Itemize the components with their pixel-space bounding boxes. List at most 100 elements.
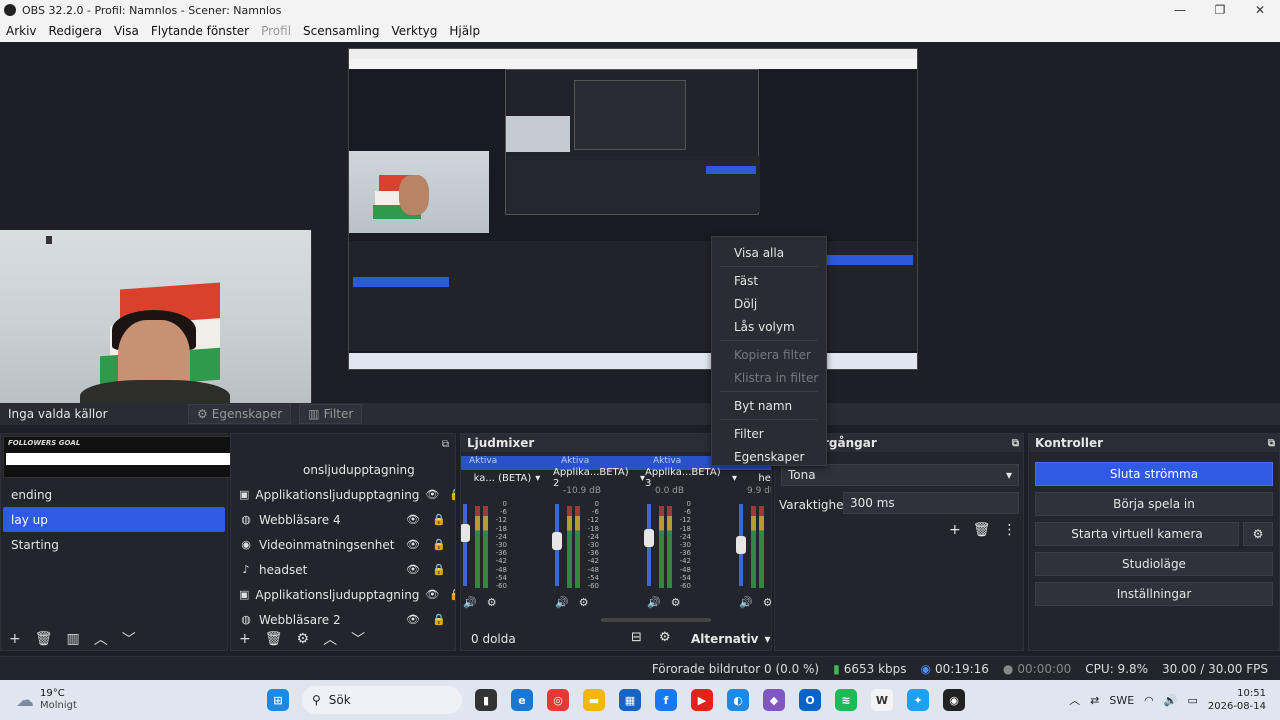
studio-mode-button[interactable]: Studioläge [1035,552,1273,576]
source-up-icon[interactable]: ︿ [323,629,337,649]
fader-knob[interactable] [644,528,654,547]
menu-item-dolj[interactable]: Dölj [712,292,826,315]
options-button[interactable]: Alternativ ▾ [691,632,771,646]
source-item[interactable]: ▣ Applikationsljudupptagning 👁 🔒 [231,582,455,607]
visibility-eye-icon[interactable]: 👁 [405,613,421,626]
menu-item-filter[interactable]: Filter [712,422,826,445]
twitter-icon[interactable]: ✦ [907,689,929,711]
settings-button[interactable]: Inställningar [1035,582,1273,606]
source-item[interactable]: ▣ Applikationsljudupptagning 👁 🔒 [231,482,455,507]
taskbar-search[interactable]: ⚲ Sök [302,686,462,714]
strip-name[interactable]: Applika...BETA) 2 ▾ [553,467,645,489]
fader-knob[interactable] [552,532,562,550]
visibility-eye-icon[interactable]: 👁 [405,538,421,551]
minimize-button[interactable]: — [1160,3,1200,17]
menu-item-byt-namn[interactable]: Byt namn [712,394,826,417]
visibility-eye-icon[interactable]: 👁 [425,588,439,601]
teams-icon[interactable]: ◐ [727,689,749,711]
menu-redigera[interactable]: Redigera [43,24,108,38]
lock-icon[interactable]: 🔒 [431,513,447,526]
facebook-icon[interactable]: f [655,689,677,711]
source-settings-icon[interactable]: ⚙ [297,631,310,647]
chevron-up-icon[interactable]: ︿ [1069,692,1080,708]
add-source-icon[interactable]: + [239,631,251,647]
close-button[interactable]: ✕ [1240,3,1280,17]
clock[interactable]: 10:51 2026-08-14 [1208,687,1266,713]
scene-item-ending[interactable]: ending [3,482,225,507]
more-vertical-icon[interactable]: ⋮ [1003,522,1017,538]
chrome-icon[interactable]: ◎ [547,689,569,711]
language-icon[interactable]: ⇄ [1090,694,1099,707]
menu-visa[interactable]: Visa [108,24,145,38]
menu-item-las-volym[interactable]: Lås volym [712,315,826,338]
dock-float-icon[interactable]: ⧉ [1268,438,1275,449]
volume-fader[interactable] [463,504,467,586]
properties-button[interactable]: ⚙ Egenskaper [188,404,292,424]
edge-icon[interactable]: e [511,689,533,711]
file-explorer-icon[interactable]: ▬ [583,689,605,711]
scene-item-lay-up[interactable]: lay up [3,507,225,532]
menu-item-klistra-in-filter[interactable]: Klistra in filter [712,366,826,389]
source-item[interactable]: ◉ Videoinmatningsenhet 👁 🔒 [231,532,455,557]
remove-scene-icon[interactable]: 🗑 [35,631,53,647]
chevron-down-icon[interactable]: ▾ [535,473,540,484]
wifi-icon[interactable]: ◠ [1144,694,1154,707]
strip-name[interactable]: ka... (BETA) ▾ [461,470,553,486]
mixer-scrollbar[interactable] [601,618,711,622]
stop-streaming-button[interactable]: Sluta strömma [1035,462,1273,486]
menu-flytande-fonster[interactable]: Flytande fönster [145,24,255,38]
strip-name[interactable]: Applika...BETA) 3 ▾ [645,467,737,489]
start-virtual-camera-button[interactable]: Starta virtuell kamera [1035,522,1239,546]
volume-icon[interactable]: 🔊 [1164,694,1178,707]
scene-item-starting[interactable]: Starting [3,532,225,557]
webcam-feed[interactable] [0,230,312,404]
menu-arkiv[interactable]: Arkiv [0,24,43,38]
add-transition-icon[interactable]: + [949,522,961,538]
menu-item-visa-alla[interactable]: Visa alla [712,241,826,264]
source-item[interactable]: ♪ headset 👁 🔒 [231,557,455,582]
outlook-icon[interactable]: O [799,689,821,711]
maximize-button[interactable]: ❐ [1200,3,1240,17]
menu-profil[interactable]: Profil [255,24,297,38]
lock-icon[interactable]: 🔒 [449,488,455,501]
filter-button[interactable]: ▥ Filter [299,404,363,424]
mixer-layout-icon[interactable]: ⊟ [631,630,642,645]
youtube-icon[interactable]: ▶ [691,689,713,711]
add-scene-icon[interactable]: + [9,631,21,647]
dock-float-icon[interactable]: ⧉ [442,439,449,450]
source-item[interactable]: ◍ Webbläsare 4 👁 🔒 [231,507,455,532]
scene-filter-icon[interactable]: ▥ [67,631,80,647]
mute-speaker-icon[interactable]: 🔊 [555,596,569,609]
remove-source-icon[interactable]: 🗑 [265,631,283,647]
duration-field[interactable]: 300 ms [843,492,1019,514]
copilot-icon[interactable]: ◆ [763,689,785,711]
lock-icon[interactable]: 🔒 [431,538,447,551]
strip-name[interactable]: headset▾ [737,470,771,486]
fader-knob[interactable] [736,535,746,554]
start-recording-button[interactable]: Börja spela in [1035,492,1273,516]
obs-taskbar-icon[interactable]: ◉ [943,689,965,711]
keyboard-language[interactable]: SWE [1109,694,1134,707]
source-down-icon[interactable]: ﹀ [351,629,365,649]
lock-icon[interactable]: 🔒 [431,563,447,576]
move-down-icon[interactable]: ﹀ [122,629,136,649]
visibility-eye-icon[interactable]: 👁 [405,513,421,526]
fader-knob[interactable] [461,523,470,542]
spotify-icon[interactable]: ≋ [835,689,857,711]
word-icon[interactable]: W [871,689,893,711]
visibility-eye-icon[interactable]: 👁 [405,563,421,576]
menu-scensamling[interactable]: Scensamling [297,24,385,38]
mute-speaker-icon[interactable]: 🔊 [739,596,753,609]
mute-speaker-icon[interactable]: 🔊 [647,596,661,609]
mute-speaker-icon[interactable]: 🔊 [463,596,477,609]
menu-hjalp[interactable]: Hjälp [443,24,486,38]
audio-properties-icon[interactable]: ⚙ [763,596,771,609]
lock-icon[interactable]: 🔒 [431,613,447,626]
task-view-icon[interactable]: ▮ [475,689,497,711]
audio-properties-icon[interactable]: ⚙ [579,596,589,609]
menu-item-kopiera-filter[interactable]: Kopiera filter [712,343,826,366]
start-icon[interactable]: ⊞ [267,689,289,711]
dock-float-icon[interactable]: ⧉ [1012,438,1019,449]
audio-properties-icon[interactable]: ⚙ [487,596,497,609]
audio-properties-icon[interactable]: ⚙ [671,596,681,609]
